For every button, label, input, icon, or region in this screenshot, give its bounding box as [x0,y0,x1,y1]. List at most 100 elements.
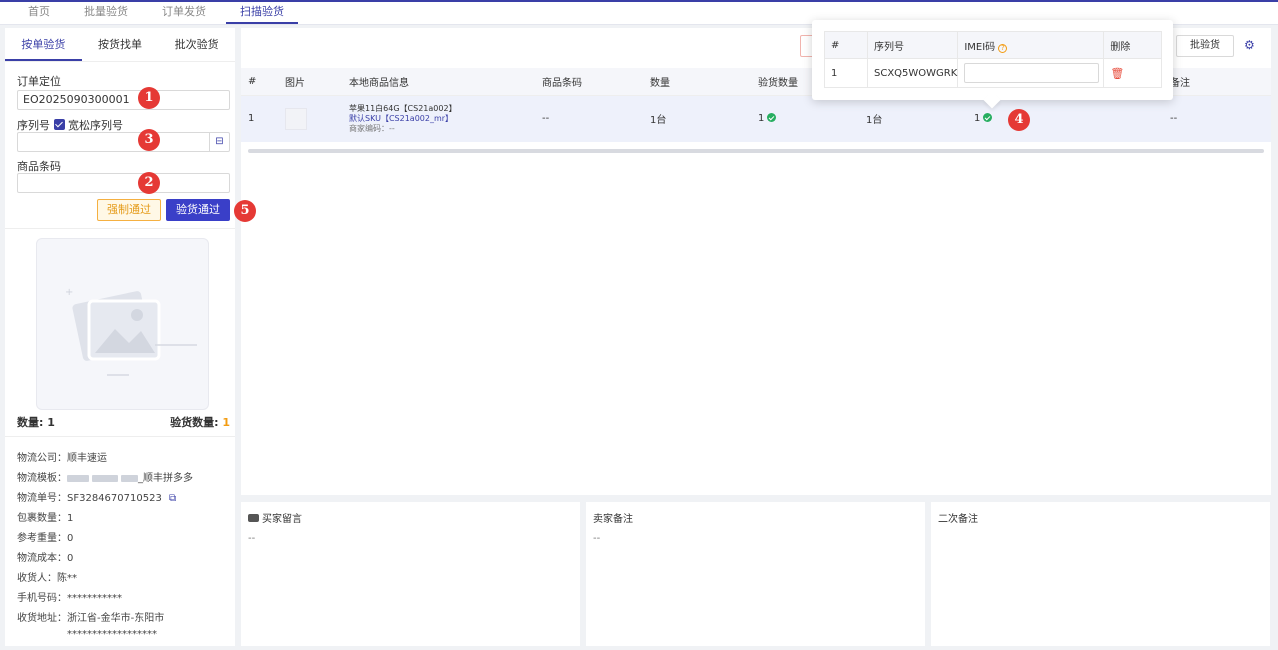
step-badge: 1 [138,87,160,109]
imei-cell [957,58,1105,88]
inspected-count: 验货数量: 1 [170,414,230,430]
inspect-pass-button[interactable]: 验货通过 [166,199,230,221]
row-col9 [1075,95,1163,142]
product-thumbnail[interactable] [285,107,307,130]
row-remark: -- [1163,95,1271,142]
popup-col-delete: 删除 [1103,31,1163,59]
left-panel: 按单验货 按货找单 批次验货 订单定位 EO2025090300001 序列号 宽… [5,28,235,646]
subtab-by-batch[interactable]: 批次验货 [158,28,235,61]
imei-header-label: IMEI码 [964,41,996,53]
serial-label: 序列号 [17,119,50,132]
tab-home[interactable]: 首页 [14,2,64,24]
row-product-info: 苹果11白64G【CS21a002】 默认SKU【CS21a002_mr】 商家… [342,95,535,142]
subtab-by-goods[interactable]: 按货找单 [82,28,159,61]
buyer-message-body: -- [248,533,256,544]
table-row[interactable]: 1 苹果11白64G【CS21a002】 默认SKU【CS21a002_mr】 … [241,95,1271,142]
tab-order-ship[interactable]: 订单发货 [148,2,220,24]
subtab-by-order[interactable]: 按单验货 [5,28,82,61]
popup-col-index: # [824,31,868,59]
batch-inspect-button[interactable]: 批验货 [1176,35,1234,57]
row-barcode: -- [535,95,643,142]
step-badge: 5 [234,200,256,222]
popup-col-imei: IMEI码 ? [957,31,1105,59]
serial-input[interactable]: ⊟ [17,132,230,152]
trash-icon[interactable]: 🗑 [1110,67,1124,80]
gear-icon[interactable]: ⚙ [1244,38,1255,52]
serial-table: # 序列号 IMEI码 ? 删除 1 SCXQ5WOWGRK 🗑 [824,31,1163,88]
buyer-message-panel: 买家留言 -- [241,502,580,646]
serial-value: SCXQ5WOWGRK [866,58,959,88]
imei-count[interactable]: 1 [974,113,980,124]
message-icon [248,514,259,522]
serial-row: 序列号 宽松序列号 [17,117,123,133]
divider [5,228,235,229]
tracking-info: 物流单号：SF3284670710523 ⧉ [17,489,176,504]
barcode-input[interactable] [17,173,230,193]
inspected-count: 1 [758,113,765,125]
blurred-text [92,474,118,482]
inspected-label: 验货数量: [170,416,219,429]
row-inspected: 1 [751,95,859,142]
cost-info: 物流成本：0 [17,553,74,564]
weight-info: 参考重量：0 [17,533,74,544]
qty-text: 数量: 1 [17,416,55,429]
row-image [278,95,342,142]
sub-tabs: 按单验货 按货找单 批次验货 [5,28,235,62]
popup-col-serial: 序列号 [866,31,959,59]
product-image-placeholder: + [36,238,209,410]
seller-remark-panel: 卖家备注 -- [586,502,925,646]
col-product-info: 本地商品信息 [342,68,535,96]
carrier-info: 物流公司：顺丰速运 [17,453,107,464]
blurred-text [67,474,89,482]
barcode-label: 商品条码 [17,160,61,173]
merchant-code: 商家编码：-- [349,123,395,133]
blurred-text [121,474,138,482]
tab-scan-inspect[interactable]: 扫描验货 [226,2,298,24]
check-icon [983,113,993,123]
col-remark: 备注 [1163,68,1271,96]
buyer-message-title: 买家留言 [248,510,573,525]
force-pass-button[interactable]: 强制通过 [97,199,161,221]
col-qty: 数量 [643,68,751,96]
svg-text:+: + [65,287,73,298]
loose-serial-checkbox[interactable] [54,119,65,130]
edit-icon[interactable]: ⧉ [169,493,176,504]
step-badge: 4 [1008,109,1030,131]
divider [5,436,235,437]
address-info: 收货地址：浙江省-金华市-东阳市 [17,613,165,624]
tab-batch-inspect[interactable]: 批量验货 [70,2,142,24]
col-image: 图片 [278,68,342,96]
seller-remark-body: -- [593,533,601,544]
product-sku[interactable]: 默认SKU【CS21a002_mr】 [349,114,535,124]
check-icon [767,113,777,123]
row-index: 1 [241,95,278,142]
image-placeholder-icon: + [65,287,197,376]
serial-index: 1 [824,58,868,88]
template-info: 物流模板： _顺丰拼多多 [17,469,193,484]
step-badge: 2 [138,172,160,194]
row-col7: 1台 [859,95,967,142]
product-name: 苹果11白64G【CS21a002】 [349,103,457,113]
second-remark-panel: 二次备注 [931,502,1270,646]
order-input[interactable]: EO2025090300001 [17,90,230,110]
delete-cell: 🗑 [1103,58,1163,88]
imei-input[interactable] [964,63,1100,83]
col-barcode: 商品条码 [535,68,643,96]
scan-icon[interactable]: ⊟ [209,133,229,151]
serial-row: 1 SCXQ5WOWGRK 🗑 [824,58,1163,88]
inspected-value: 1 [222,416,230,429]
row-qty: 1台 [643,95,751,142]
loose-serial-label: 宽松序列号 [68,119,123,132]
serial-popup: # 序列号 IMEI码 ? 删除 1 SCXQ5WOWGRK 🗑 [812,20,1173,109]
template-label: 物流模板： [17,473,67,484]
seller-remark-title: 卖家备注 [593,514,633,525]
package-info: 包裹数量：1 [17,513,74,524]
tracking-number: 物流单号：SF3284670710523 [17,493,162,504]
second-remark-title: 二次备注 [938,514,978,525]
receiver-info: 收货人：陈** [17,573,77,584]
help-icon[interactable]: ? [998,43,1008,53]
step-badge: 3 [138,129,160,151]
count-row: 数量: 1 验货数量: 1 [17,414,230,430]
order-locate-label: 订单定位 [17,75,61,88]
horizontal-scrollbar[interactable] [248,149,1264,153]
